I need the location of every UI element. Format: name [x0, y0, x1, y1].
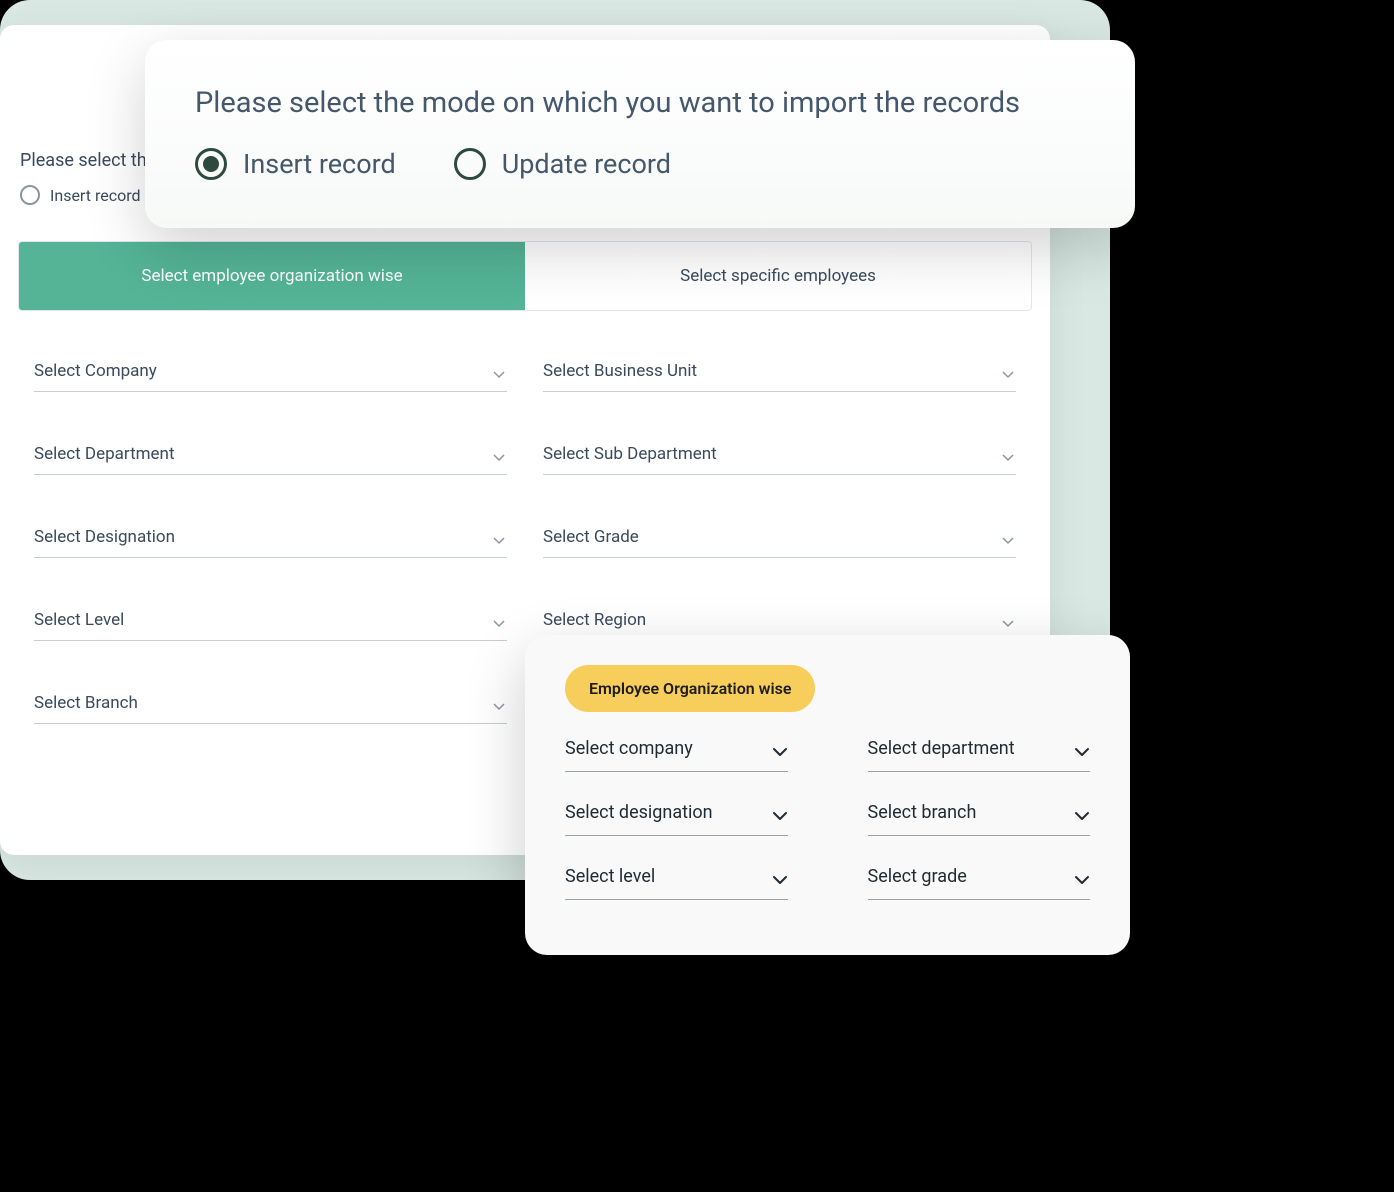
chevron-down-icon [493, 371, 505, 379]
tab-org-label: Select employee organization wise [141, 266, 402, 286]
radio-icon [20, 185, 40, 205]
chevron-down-icon [772, 747, 788, 757]
chevron-down-icon [1074, 747, 1090, 757]
select-department-label: Select Department [34, 444, 175, 464]
tab-row: Select employee organization wise Select… [18, 241, 1032, 311]
popover-select-level[interactable]: Select level [565, 866, 788, 900]
select-sub-department-label: Select Sub Department [543, 444, 717, 464]
modal-radio-insert[interactable]: Insert record [195, 148, 396, 180]
chevron-down-icon [1074, 811, 1090, 821]
popover-select-designation-label: Select designation [565, 802, 713, 823]
tab-specific-label: Select specific employees [680, 266, 876, 286]
select-grade-label: Select Grade [543, 527, 639, 547]
radio-checked-icon [195, 148, 227, 180]
modal-radio-insert-label: Insert record [243, 148, 396, 180]
popover-select-branch[interactable]: Select branch [868, 802, 1091, 836]
tab-specific-employees[interactable]: Select specific employees [525, 242, 1031, 310]
popover-pill[interactable]: Employee Organization wise [565, 665, 815, 712]
select-department[interactable]: Select Department [34, 444, 507, 475]
popover-select-level-label: Select level [565, 866, 655, 887]
select-company[interactable]: Select Company [34, 361, 507, 392]
chevron-down-icon [1002, 620, 1014, 628]
select-business-unit[interactable]: Select Business Unit [543, 361, 1016, 392]
popover-select-grade-label: Select grade [868, 866, 967, 887]
main-radio-insert-label: Insert record [50, 186, 141, 205]
modal-radio-update-label: Update record [502, 148, 671, 180]
popover-select-company[interactable]: Select company [565, 738, 788, 772]
chevron-down-icon [1002, 371, 1014, 379]
select-branch-label: Select Branch [34, 693, 138, 713]
main-radio-insert[interactable]: Insert record [20, 185, 141, 205]
popover-select-grid: Select company Select department Select … [565, 738, 1090, 900]
select-region-label: Select Region [543, 610, 646, 630]
select-branch[interactable]: Select Branch [34, 693, 507, 724]
popover-select-company-label: Select company [565, 738, 693, 759]
chevron-down-icon [493, 537, 505, 545]
popover-select-department[interactable]: Select department [868, 738, 1091, 772]
modal-radio-update[interactable]: Update record [454, 148, 671, 180]
radio-unchecked-icon [454, 148, 486, 180]
popover-select-department-label: Select department [868, 738, 1015, 759]
popover-select-designation[interactable]: Select designation [565, 802, 788, 836]
chevron-down-icon [1002, 454, 1014, 462]
select-level-label: Select Level [34, 610, 124, 630]
chevron-down-icon [772, 875, 788, 885]
select-business-unit-label: Select Business Unit [543, 361, 697, 381]
chevron-down-icon [493, 703, 505, 711]
select-designation-label: Select Designation [34, 527, 175, 547]
modal-radio-group: Insert record Update record [195, 148, 1085, 180]
chevron-down-icon [493, 454, 505, 462]
popover-pill-label: Employee Organization wise [589, 679, 791, 698]
chevron-down-icon [1074, 875, 1090, 885]
tab-organization-wise[interactable]: Select employee organization wise [19, 242, 525, 310]
select-level[interactable]: Select Level [34, 610, 507, 641]
select-designation[interactable]: Select Designation [34, 527, 507, 558]
chevron-down-icon [493, 620, 505, 628]
select-grade[interactable]: Select Grade [543, 527, 1016, 558]
select-sub-department[interactable]: Select Sub Department [543, 444, 1016, 475]
modal-heading: Please select the mode on which you want… [195, 86, 1085, 120]
popover-select-grade[interactable]: Select grade [868, 866, 1091, 900]
import-mode-modal: Please select the mode on which you want… [145, 40, 1135, 228]
select-company-label: Select Company [34, 361, 157, 381]
chevron-down-icon [772, 811, 788, 821]
chevron-down-icon [1002, 537, 1014, 545]
org-filter-popover: Employee Organization wise Select compan… [525, 635, 1130, 955]
popover-select-branch-label: Select branch [868, 802, 977, 823]
